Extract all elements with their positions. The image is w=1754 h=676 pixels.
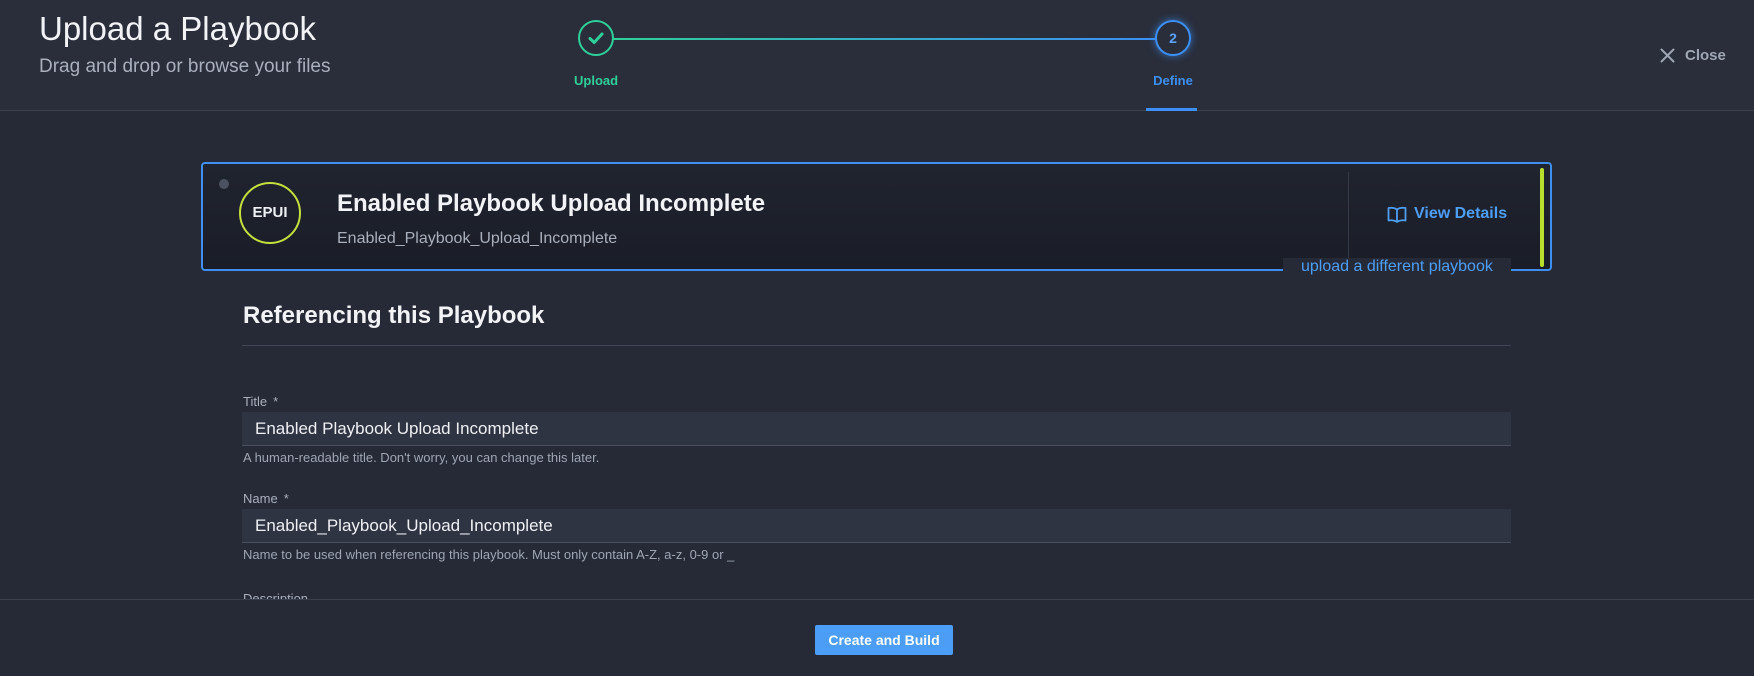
card-accent-bar — [1540, 168, 1544, 267]
playbook-avatar: EPUI — [239, 182, 301, 244]
close-button[interactable]: Close — [1660, 43, 1726, 67]
view-details-label: View Details — [1414, 205, 1508, 222]
title-input[interactable] — [242, 412, 1511, 446]
header: Upload a Playbook Drag and drop or brows… — [0, 0, 1754, 111]
name-field-hint: Name to be used when referencing this pl… — [243, 547, 735, 562]
footer: Create and Build — [0, 599, 1754, 676]
check-icon — [588, 32, 604, 44]
name-input[interactable] — [242, 509, 1511, 543]
book-icon — [1387, 206, 1407, 223]
step-define-indicator[interactable]: 2 — [1155, 20, 1191, 56]
title-label-text: Title — [243, 394, 268, 409]
required-marker: * — [273, 394, 279, 409]
active-step-underline — [1146, 108, 1197, 111]
name-field-label: Name * — [243, 491, 289, 506]
page-title: Upload a Playbook — [39, 10, 317, 47]
status-dot — [219, 179, 229, 189]
view-details-link[interactable]: View Details — [1387, 205, 1507, 223]
title-field-hint: A human-readable title. Don't worry, you… — [243, 450, 600, 465]
section-divider — [242, 345, 1511, 346]
stepper-progress-line — [613, 38, 1156, 40]
close-icon — [1660, 48, 1675, 62]
create-and-build-button[interactable]: Create and Build — [815, 625, 953, 655]
step-upload-label[interactable]: Upload — [574, 73, 618, 88]
name-label-text: Name — [243, 491, 278, 506]
page-subtitle: Drag and drop or browse your files — [39, 56, 331, 77]
description-field-label: Description — [243, 591, 309, 599]
required-marker: * — [283, 491, 289, 506]
close-label: Close — [1685, 46, 1726, 64]
step-upload-indicator[interactable] — [578, 20, 614, 56]
playbook-card: EPUI Enabled Playbook Upload Incomplete … — [201, 162, 1552, 271]
title-field-label: Title * — [243, 394, 278, 409]
playbook-name: Enabled_Playbook_Upload_Incomplete — [337, 230, 618, 247]
step-define-label[interactable]: Define — [1145, 73, 1201, 88]
card-divider — [1348, 172, 1349, 263]
section-title: Referencing this Playbook — [243, 302, 545, 329]
playbook-title: Enabled Playbook Upload Incomplete — [337, 190, 766, 217]
upload-different-playbook-link[interactable]: upload a different playbook — [1283, 258, 1511, 276]
